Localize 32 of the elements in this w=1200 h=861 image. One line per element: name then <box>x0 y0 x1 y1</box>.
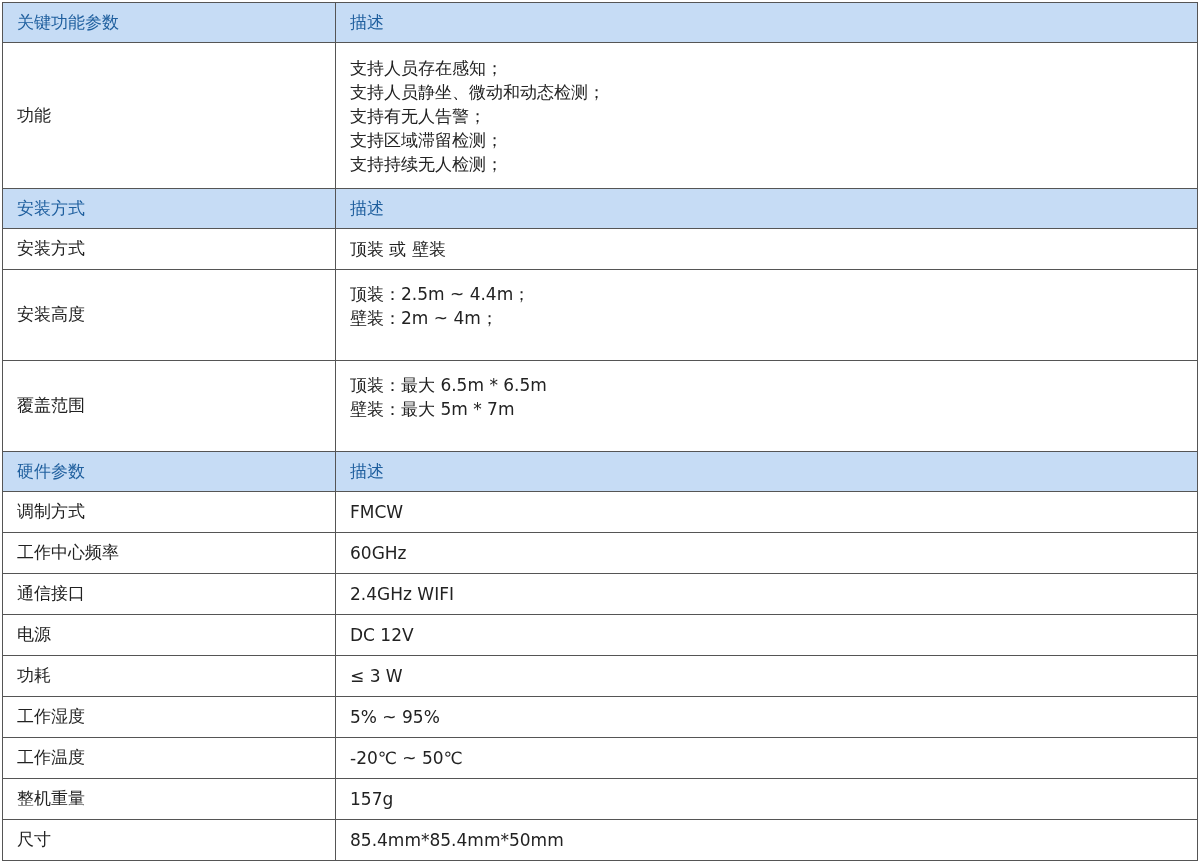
description-text: 157g <box>350 788 394 811</box>
parameter-cell: 通信接口 <box>2 573 336 615</box>
column-header: 描述 <box>335 188 1198 229</box>
column-header: 安装方式 <box>2 188 336 229</box>
description-text: 顶装：2.5m ~ 4.4m； 壁装：2m ~ 4m； <box>350 283 531 330</box>
column-header: 描述 <box>335 451 1198 492</box>
parameter-cell: 安装方式 <box>2 228 336 270</box>
parameter-cell: 尺寸 <box>2 819 336 861</box>
description-text: 2.4GHz WIFI <box>350 583 454 606</box>
description-text: FMCW <box>350 501 404 524</box>
description-text: -20℃ ~ 50℃ <box>350 747 463 770</box>
parameter-cell: 工作中心频率 <box>2 532 336 574</box>
description-text: DC 12V <box>350 624 414 647</box>
parameter-cell: 覆盖范围 <box>2 360 336 452</box>
parameter-cell: 功能 <box>2 42 336 189</box>
parameter-cell: 安装高度 <box>2 269 336 361</box>
column-header: 描述 <box>335 2 1198 43</box>
description-text: 顶装 或 壁装 <box>350 238 446 261</box>
column-header: 硬件参数 <box>2 451 336 492</box>
column-header: 关键功能参数 <box>2 2 336 43</box>
description-text: 5% ~ 95% <box>350 706 440 729</box>
parameter-cell: 整机重量 <box>2 778 336 820</box>
parameter-cell: 电源 <box>2 614 336 656</box>
parameter-cell: 工作温度 <box>2 737 336 779</box>
parameter-cell: 调制方式 <box>2 491 336 533</box>
description-text: 60GHz <box>350 542 407 565</box>
description-text: 顶装：最大 6.5m * 6.5m 壁装：最大 5m * 7m <box>350 374 547 421</box>
description-text: ≤ 3 W <box>350 665 403 688</box>
parameter-cell: 功耗 <box>2 655 336 697</box>
description-text: 85.4mm*85.4mm*50mm <box>350 829 564 852</box>
description-text: 支持人员存在感知； 支持人员静坐、微动和动态检测； 支持有无人告警； 支持区域滞留检测； 支持持续无人检测； <box>350 56 605 176</box>
parameter-cell: 工作湿度 <box>2 696 336 738</box>
